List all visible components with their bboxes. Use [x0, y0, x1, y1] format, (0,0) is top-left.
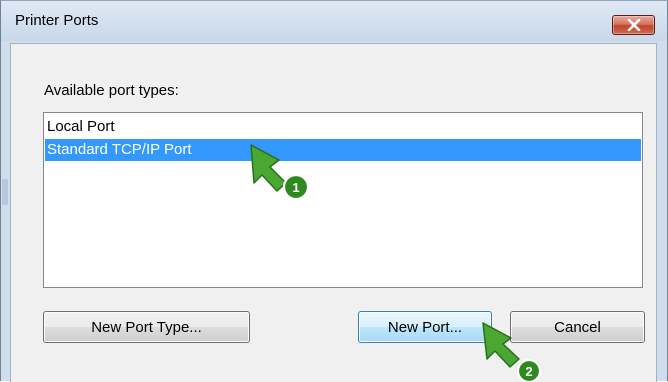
window-title: Printer Ports [15, 12, 99, 29]
new-port-button[interactable]: New Port... [358, 311, 492, 343]
step-1-badge: 1 [292, 180, 299, 195]
new-port-type-button[interactable]: New Port Type... [43, 311, 250, 343]
port-types-listbox[interactable]: Local Port Standard TCP/IP Port [43, 112, 643, 288]
step-1-arrow-icon: 1 [250, 144, 310, 201]
step-2-badge: 2 [525, 364, 532, 379]
close-button[interactable] [612, 15, 655, 35]
step-2-arrow-icon: 2 [482, 322, 542, 382]
available-port-types-label: Available port types: [44, 82, 179, 99]
title-bar[interactable]: Printer Ports [1, 1, 667, 41]
printer-ports-window: Printer Ports Available port types: Loca… [0, 0, 668, 382]
list-item-standard-tcpip-port[interactable]: Standard TCP/IP Port [45, 139, 641, 161]
close-x-icon [627, 19, 641, 31]
window-edge-stripe [2, 179, 8, 205]
list-item-local-port[interactable]: Local Port [45, 116, 641, 138]
